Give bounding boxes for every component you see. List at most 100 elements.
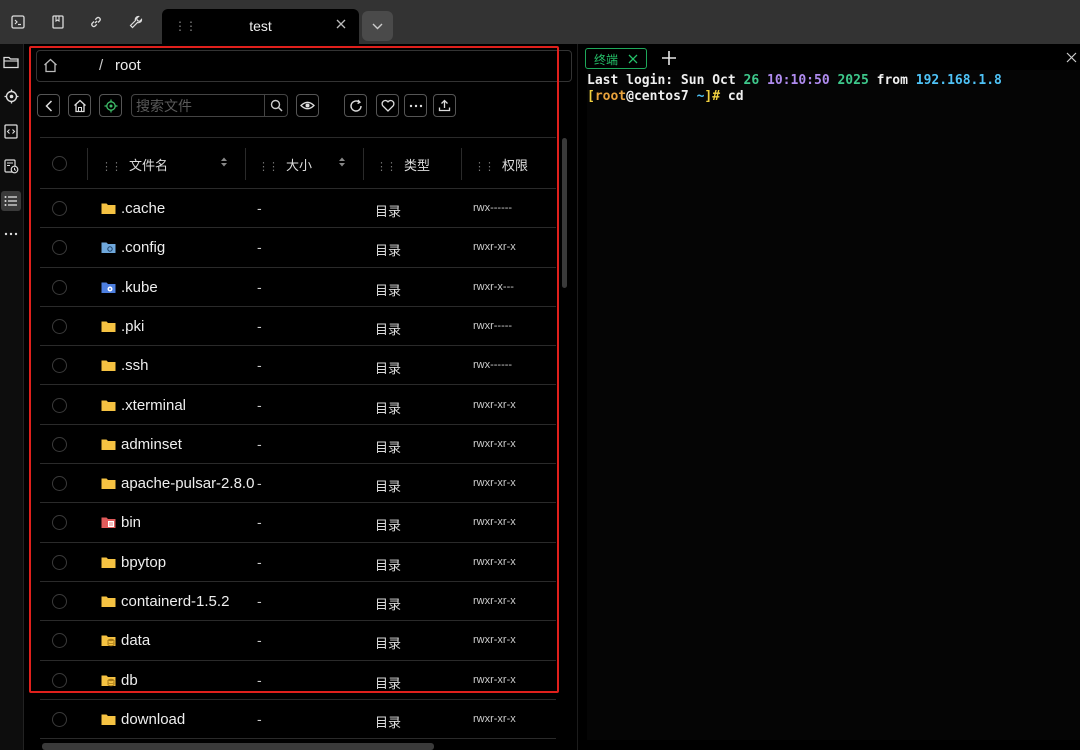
file-size: - [257, 710, 262, 727]
toggle-hidden-button[interactable] [296, 94, 319, 117]
table-row[interactable]: containerd-1.5.2- 目录 rwxr-xr-x [40, 582, 556, 622]
file-name[interactable]: .kube [121, 279, 261, 296]
table-row[interactable]: .config - 目录 rwxr-xr-x [40, 228, 556, 268]
horizontal-scrollbar[interactable] [42, 743, 434, 750]
file-size: - [257, 475, 262, 492]
drag-handle-icon: ⋮⋮ [474, 161, 495, 173]
row-checkbox[interactable] [52, 554, 67, 570]
search-input[interactable] [136, 97, 264, 115]
close-icon[interactable] [335, 18, 347, 30]
file-permission: rwx------ [473, 202, 513, 214]
row-checkbox[interactable] [52, 318, 67, 334]
file-name[interactable]: .ssh [121, 357, 261, 374]
favorite-button[interactable] [376, 94, 399, 117]
file-permission: rwxr-xr-x [473, 241, 516, 254]
file-name[interactable]: bin [121, 514, 261, 531]
row-checkbox[interactable] [52, 436, 67, 452]
table-row[interactable]: .kube - 目录 rwxr-x--- [40, 268, 556, 307]
target-icon[interactable] [1, 86, 21, 106]
drag-handle-icon: ⋮⋮ [258, 161, 279, 173]
vertical-scrollbar[interactable] [562, 138, 567, 288]
folder-icon[interactable] [1, 52, 21, 72]
pane-divider[interactable] [577, 44, 578, 750]
row-checkbox[interactable] [52, 279, 67, 295]
table-row[interactable]: bin - 目录 rwxr-xr-x [40, 503, 556, 543]
row-checkbox[interactable] [52, 633, 67, 649]
file-name[interactable]: db [121, 672, 261, 689]
table-row[interactable]: apache-pulsar-2.8.0- 目录 rwxr-xr-x [40, 464, 556, 504]
file-permission: rwxr-xr-x [473, 634, 516, 647]
file-name[interactable]: .pki [121, 318, 261, 335]
search-button[interactable] [264, 95, 287, 116]
file-size: - [257, 200, 262, 216]
table-row[interactable]: bpytop - 目录 rwxr-xr-x [40, 543, 556, 582]
sort-icon[interactable] [338, 156, 346, 168]
file-name[interactable]: .xterminal [121, 397, 261, 414]
table-row[interactable]: db - 目录 rwxr-xr-x [40, 661, 556, 700]
file-type: 目录 [375, 675, 402, 691]
table-row[interactable]: .xterminal - 目录 rwxr-xr-x [40, 386, 556, 425]
upload-button[interactable] [433, 94, 456, 117]
table-row[interactable]: adminset - 目录 rwxr-xr-x [40, 425, 556, 465]
file-name[interactable]: containerd-1.5.2 [121, 593, 261, 610]
tab-dropdown-button[interactable] [362, 11, 393, 41]
bookmark-icon[interactable] [46, 9, 70, 35]
terminal-output[interactable] [587, 70, 1080, 740]
file-name[interactable]: adminset [121, 436, 261, 453]
history-icon[interactable] [1, 156, 21, 176]
refresh-button[interactable] [344, 94, 367, 117]
code-file-icon[interactable] [1, 121, 21, 141]
more-button[interactable] [404, 94, 427, 117]
column-header-permission[interactable]: ⋮⋮ 权限 [474, 155, 528, 174]
breadcrumb-separator: / [99, 57, 104, 74]
file-name[interactable]: apache-pulsar-2.8.0 [121, 475, 261, 492]
column-header-type[interactable]: ⋮⋮ 类型 [376, 155, 430, 174]
close-icon[interactable] [1066, 52, 1077, 63]
row-checkbox[interactable] [52, 515, 67, 531]
file-name[interactable]: download [121, 711, 261, 728]
file-type: 目录 [375, 714, 402, 730]
wrench-icon[interactable] [124, 9, 148, 35]
list-icon[interactable] [1, 191, 21, 211]
file-name[interactable]: .cache [121, 200, 261, 217]
column-divider [363, 148, 364, 180]
table-row[interactable]: .cache - 目录 rwx------ [40, 189, 556, 229]
back-button[interactable] [37, 94, 60, 117]
file-name[interactable]: data [121, 632, 261, 649]
session-tab[interactable]: ⋮⋮ test [162, 9, 359, 44]
table-row[interactable]: download - 目录 rwxr-xr-x [40, 700, 556, 740]
breadcrumb-item-root[interactable]: root [115, 57, 141, 74]
file-name[interactable]: .config [121, 239, 261, 256]
row-checkbox[interactable] [52, 397, 67, 413]
file-size: - [257, 514, 262, 531]
table-row[interactable]: data - 目录 rwxr-xr-x [40, 621, 556, 661]
table-row[interactable]: .pki - 目录 rwxr----- [40, 307, 556, 347]
file-name[interactable]: bpytop [121, 554, 261, 571]
link-icon[interactable] [84, 9, 108, 35]
file-type: 目录 [375, 321, 402, 337]
table-row[interactable]: .ssh - 目录 rwx------ [40, 346, 556, 386]
row-checkbox[interactable] [52, 476, 67, 492]
terminal-tab[interactable]: 终端 [585, 48, 647, 69]
terminal-icon[interactable] [6, 9, 30, 35]
home-button[interactable] [68, 94, 91, 117]
select-all-checkbox[interactable] [52, 156, 67, 171]
sort-icon[interactable] [220, 156, 228, 168]
more-icon[interactable] [1, 224, 21, 244]
folder-icon [101, 202, 116, 215]
close-icon[interactable] [628, 54, 638, 64]
row-checkbox[interactable] [52, 240, 67, 256]
row-checkbox[interactable] [52, 358, 67, 374]
folder-icon [101, 713, 116, 726]
row-checkbox[interactable] [52, 594, 67, 609]
plus-icon[interactable] [660, 49, 678, 67]
row-checkbox[interactable] [52, 711, 67, 727]
locate-button[interactable] [99, 94, 122, 117]
home-icon[interactable] [43, 58, 58, 73]
column-header-name[interactable]: ⋮⋮ 文件名 [101, 155, 168, 174]
column-header-size[interactable]: ⋮⋮ 大小 [258, 155, 312, 174]
row-checkbox[interactable] [52, 672, 67, 688]
column-divider [87, 148, 88, 180]
row-checkbox[interactable] [52, 201, 67, 216]
heart-icon [381, 99, 394, 112]
